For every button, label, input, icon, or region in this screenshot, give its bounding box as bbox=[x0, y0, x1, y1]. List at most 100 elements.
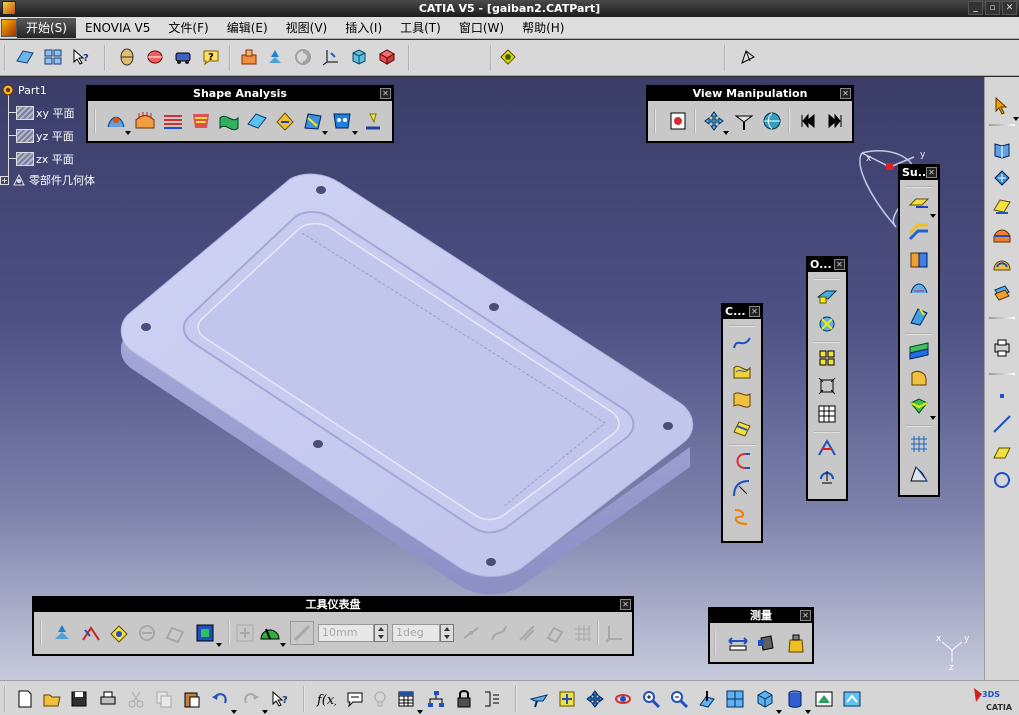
hide-show-icon[interactable] bbox=[813, 688, 835, 710]
operations-toolbar[interactable]: O... ✕ bbox=[806, 256, 848, 501]
multi-plane-icon[interactable] bbox=[42, 46, 64, 68]
extrude-surface-icon[interactable] bbox=[907, 192, 931, 216]
isoparametric-curve-icon[interactable] bbox=[730, 387, 754, 411]
join-icon[interactable] bbox=[815, 284, 839, 308]
close-icon[interactable]: ✕ bbox=[620, 599, 631, 610]
net-object-icon[interactable] bbox=[991, 167, 1013, 189]
parameters-icon[interactable] bbox=[481, 688, 503, 710]
net-surface-icon[interactable] bbox=[907, 432, 931, 456]
menu-insert[interactable]: 插入(I) bbox=[336, 18, 391, 38]
grid-surface-icon[interactable] bbox=[376, 46, 398, 68]
plane-icon[interactable] bbox=[991, 441, 1013, 463]
copy-disabled-icon[interactable] bbox=[153, 688, 175, 710]
close-icon[interactable]: ✕ bbox=[834, 259, 845, 270]
minimize-icon[interactable]: _ bbox=[968, 1, 983, 15]
zoom-in-icon[interactable] bbox=[640, 688, 662, 710]
toolbar-title-bar[interactable]: Su... ✕ bbox=[900, 166, 938, 180]
help-query-icon[interactable]: ? bbox=[200, 46, 222, 68]
pan-view-icon[interactable] bbox=[584, 688, 606, 710]
axis-system-icon[interactable] bbox=[264, 46, 286, 68]
close-icon[interactable]: ✕ bbox=[380, 88, 391, 99]
rotate-globe-icon[interactable] bbox=[760, 109, 784, 133]
sphere-surface-icon[interactable] bbox=[907, 394, 931, 418]
surface-curvature-icon[interactable] bbox=[217, 109, 241, 133]
circle-icon[interactable] bbox=[991, 469, 1013, 491]
toolbar-title-bar[interactable]: View Manipulation ✕ bbox=[648, 87, 852, 101]
rewind-icon[interactable] bbox=[796, 109, 820, 133]
project-curve-icon[interactable] bbox=[730, 415, 754, 439]
select-arrow-icon[interactable] bbox=[991, 95, 1013, 117]
menu-file[interactable]: 文件(F) bbox=[159, 18, 217, 38]
healing-icon[interactable] bbox=[815, 312, 839, 336]
angle-spinner-icon[interactable] bbox=[440, 624, 454, 642]
ruler-disabled-icon[interactable] bbox=[290, 621, 314, 645]
tree-node-part[interactable]: Part1 bbox=[0, 82, 47, 98]
light-source-icon[interactable] bbox=[361, 109, 385, 133]
dropdown-arrow-icon[interactable] bbox=[216, 643, 222, 647]
swirl-disabled-icon[interactable] bbox=[292, 46, 314, 68]
formula-icon[interactable]: f(x) bbox=[315, 688, 337, 710]
blend-curve-icon[interactable] bbox=[730, 449, 754, 473]
mounting-hole[interactable] bbox=[663, 422, 673, 430]
view-manipulation-toolbar[interactable]: View Manipulation ✕ bbox=[646, 85, 854, 143]
blend-surface-icon[interactable] bbox=[907, 338, 931, 362]
zoom-out-icon[interactable] bbox=[668, 688, 690, 710]
snap-line-disabled-icon[interactable] bbox=[515, 621, 539, 645]
sketch-plane-icon[interactable] bbox=[14, 46, 36, 68]
tree-node-zx-plane[interactable]: zx 平面 bbox=[16, 151, 74, 167]
add-disabled-icon[interactable] bbox=[233, 621, 257, 645]
sweep-surface-icon[interactable] bbox=[907, 248, 931, 272]
translate-icon[interactable] bbox=[815, 436, 839, 460]
distance-field[interactable]: 10mm bbox=[318, 624, 374, 642]
new-file-icon[interactable] bbox=[14, 688, 36, 710]
angle-field[interactable]: 1deg bbox=[392, 624, 440, 642]
dropdown-arrow-icon[interactable] bbox=[125, 131, 131, 135]
axis-disabled-icon[interactable] bbox=[602, 621, 626, 645]
save-icon[interactable] bbox=[68, 688, 90, 710]
menu-tools[interactable]: 工具(T) bbox=[391, 18, 450, 38]
restore-icon[interactable]: ▫ bbox=[985, 1, 1000, 15]
sketcher-icon[interactable] bbox=[144, 46, 166, 68]
toolbar-title-bar[interactable]: 工具仪表盘 ✕ bbox=[34, 598, 632, 612]
compass-tool-icon[interactable] bbox=[116, 46, 138, 68]
rotate-icon[interactable] bbox=[815, 464, 839, 488]
matching-curve-icon[interactable] bbox=[730, 505, 754, 529]
snap-curve-disabled-icon[interactable] bbox=[487, 621, 511, 645]
toolbar-title-bar[interactable]: O... ✕ bbox=[808, 258, 846, 272]
point-icon[interactable] bbox=[991, 385, 1013, 407]
mounting-hole[interactable] bbox=[313, 440, 323, 448]
iso-view-icon[interactable] bbox=[754, 688, 776, 710]
pattern-grid-icon[interactable] bbox=[815, 402, 839, 426]
spline-curve-icon[interactable] bbox=[730, 331, 754, 355]
render-style-icon[interactable] bbox=[784, 688, 806, 710]
close-icon[interactable]: ✕ bbox=[749, 306, 760, 317]
fast-forward-icon[interactable] bbox=[823, 109, 847, 133]
curves-toolbar[interactable]: C... ✕ bbox=[721, 303, 763, 543]
close-icon[interactable]: ✕ bbox=[926, 167, 937, 178]
surfaces-toolbar[interactable]: Su... ✕ bbox=[898, 164, 940, 497]
catia-menu-logo-icon[interactable] bbox=[1, 18, 17, 37]
comment-icon[interactable] bbox=[344, 688, 366, 710]
surface-3d-icon[interactable] bbox=[991, 225, 1013, 247]
reflection-lines-icon[interactable] bbox=[273, 109, 297, 133]
color-fill-icon[interactable] bbox=[193, 621, 217, 645]
isophotes-icon[interactable] bbox=[301, 109, 325, 133]
tree-node-body[interactable]: + 零部件几何体 bbox=[0, 172, 95, 188]
camera-view-icon[interactable] bbox=[666, 109, 690, 133]
fill-surface-icon[interactable] bbox=[907, 276, 931, 300]
toolbar-title-bar[interactable]: 测量 ✕ bbox=[710, 609, 812, 623]
keep-original-icon[interactable] bbox=[107, 621, 131, 645]
manipulator-disabled-icon[interactable] bbox=[163, 621, 187, 645]
datum-mode-icon[interactable] bbox=[50, 621, 74, 645]
cylinder-surface-icon[interactable] bbox=[991, 281, 1013, 303]
pan-icon[interactable] bbox=[702, 109, 726, 133]
mounting-hole[interactable] bbox=[141, 323, 151, 331]
dropdown-arrow-icon[interactable] bbox=[1013, 117, 1019, 121]
fly-through-icon[interactable] bbox=[528, 688, 550, 710]
redo-disabled-icon[interactable] bbox=[240, 688, 262, 710]
line-icon[interactable] bbox=[991, 413, 1013, 435]
multi-section-surface-icon[interactable] bbox=[907, 304, 931, 328]
environment-mapping-icon[interactable] bbox=[330, 109, 354, 133]
dropdown-arrow-icon[interactable] bbox=[262, 710, 268, 714]
revolve-surface-icon[interactable] bbox=[907, 366, 931, 390]
